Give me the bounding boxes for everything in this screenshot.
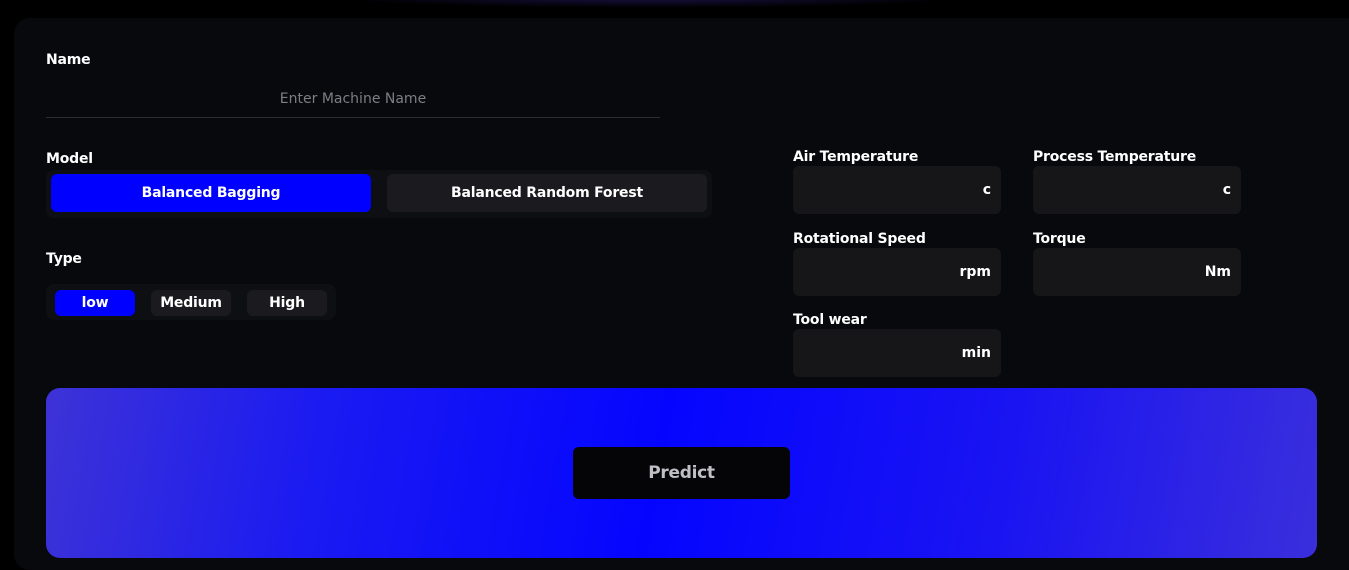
prediction-form-card: Name Model Balanced Bagging Balanced Ran…: [14, 18, 1349, 570]
torque-label: Torque: [1033, 231, 1086, 247]
type-high-button[interactable]: High: [247, 290, 327, 316]
model-label: Model: [46, 151, 93, 167]
machine-name-input[interactable]: [46, 80, 660, 118]
tool-wear-unit: min: [961, 345, 991, 361]
tool-wear-input[interactable]: [793, 329, 953, 377]
rotational-speed-unit: rpm: [959, 264, 991, 280]
type-low-button[interactable]: low: [55, 290, 135, 316]
air-temperature-input[interactable]: [793, 166, 953, 214]
model-balanced-bagging-button[interactable]: Balanced Bagging: [51, 174, 371, 212]
air-temperature-label: Air Temperature: [793, 149, 919, 165]
model-selector: Balanced Bagging Balanced Random Forest: [46, 170, 712, 218]
tool-wear-field: min: [793, 329, 1001, 377]
torque-field: Nm: [1033, 248, 1241, 296]
name-label: Name: [46, 52, 91, 68]
predict-panel: Predict: [46, 388, 1317, 558]
torque-unit: Nm: [1204, 264, 1231, 280]
process-temperature-unit: c: [1222, 182, 1231, 198]
air-temperature-unit: c: [982, 182, 991, 198]
rotational-speed-field: rpm: [793, 248, 1001, 296]
type-selector: low Medium High: [46, 284, 336, 320]
process-temperature-label: Process Temperature: [1033, 149, 1197, 165]
air-temperature-field: c: [793, 166, 1001, 214]
type-label: Type: [46, 251, 82, 267]
rotational-speed-label: Rotational Speed: [793, 231, 926, 247]
tool-wear-label: Tool wear: [793, 312, 867, 328]
process-temperature-input[interactable]: [1033, 166, 1193, 214]
model-balanced-random-forest-button[interactable]: Balanced Random Forest: [387, 174, 707, 212]
type-medium-button[interactable]: Medium: [151, 290, 231, 316]
top-glow: [330, 0, 970, 8]
process-temperature-field: c: [1033, 166, 1241, 214]
rotational-speed-input[interactable]: [793, 248, 953, 296]
torque-input[interactable]: [1033, 248, 1193, 296]
predict-button[interactable]: Predict: [573, 447, 790, 499]
